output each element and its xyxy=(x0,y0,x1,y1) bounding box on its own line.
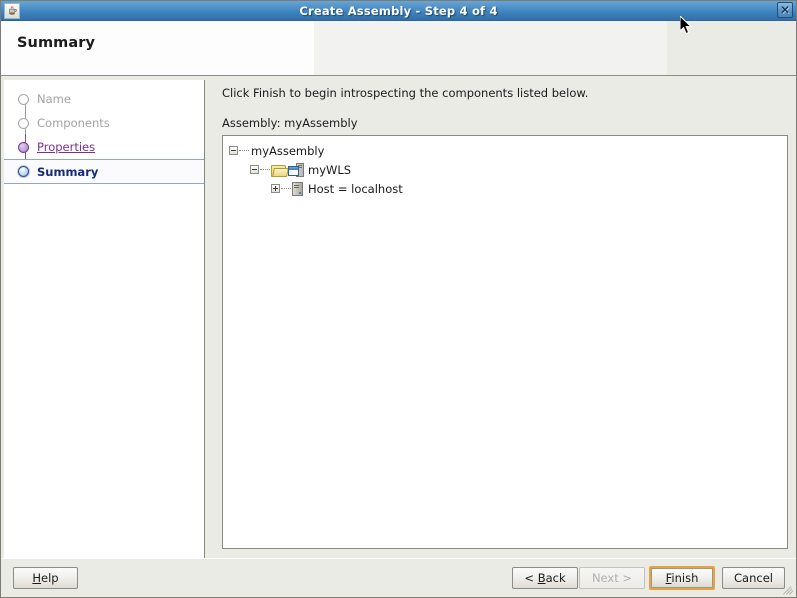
back-button[interactable]: < Back xyxy=(512,567,578,589)
step-bullet-icon xyxy=(18,117,29,129)
finish-button[interactable]: Finish xyxy=(649,566,715,590)
cancel-button-label: Cancel xyxy=(734,571,773,585)
collapse-minus-icon[interactable] xyxy=(229,146,238,155)
wizard-header: Summary xyxy=(1,21,796,76)
finish-button-inner: Finish xyxy=(651,568,713,588)
create-assembly-dialog: Create Assembly - Step 4 of 4 ✕ Summary … xyxy=(0,0,797,598)
java-coffee-cup-icon[interactable] xyxy=(4,2,20,19)
help-button-label: Help xyxy=(32,571,59,585)
tree-connector xyxy=(260,168,270,171)
help-button[interactable]: Help xyxy=(13,567,78,589)
dialog-footer: Help < Back Next > Finish Cancel xyxy=(1,558,796,597)
sidebar-item-properties[interactable]: Properties xyxy=(4,135,204,159)
tree-row[interactable]: myWLS xyxy=(229,160,783,179)
resize-grip[interactable] xyxy=(782,583,794,595)
header-segment-right xyxy=(667,21,796,75)
sidebar-item-components[interactable]: Components xyxy=(4,111,204,135)
server-window-icon xyxy=(288,162,304,177)
instruction-text: Click Finish to begin introspecting the … xyxy=(222,86,589,100)
title-bar[interactable]: Create Assembly - Step 4 of 4 ✕ xyxy=(1,1,796,21)
tree-node-label: myAssembly xyxy=(251,143,325,158)
step-bullet-icon xyxy=(18,141,29,153)
window-title: Create Assembly - Step 4 of 4 xyxy=(299,3,498,18)
next-button-label: Next > xyxy=(591,571,633,585)
sidebar-item-name[interactable]: Name xyxy=(4,87,204,111)
tree-row[interactable]: myAssembly xyxy=(229,141,783,160)
header-segment-mid xyxy=(314,21,667,75)
sidebar-item-label: Components xyxy=(37,116,110,130)
assembly-name-label: Assembly: myAssembly xyxy=(222,116,358,130)
tree-node-label: myWLS xyxy=(308,162,352,177)
server-icon xyxy=(292,181,303,196)
tree-connector xyxy=(281,187,291,190)
next-button: Next > xyxy=(579,567,645,589)
collapse-minus-icon[interactable] xyxy=(250,165,259,174)
cancel-button[interactable]: Cancel xyxy=(722,567,785,589)
dialog-body: Name Components Properties Summary Click… xyxy=(1,76,796,575)
tree-row[interactable]: Host = localhost xyxy=(229,179,783,198)
wizard-steps-list: Name Components Properties Summary xyxy=(4,80,204,184)
page-title: Summary xyxy=(17,35,96,51)
sidebar-item-label: Summary xyxy=(37,164,99,179)
summary-pane: Click Finish to begin introspecting the … xyxy=(222,80,788,553)
sidebar-item-label: Properties xyxy=(37,140,96,154)
finish-button-label: Finish xyxy=(665,571,699,585)
sidebar-item-summary[interactable]: Summary xyxy=(4,159,204,184)
step-bullet-icon-current xyxy=(18,166,29,177)
close-glyph: ✕ xyxy=(779,3,791,17)
expand-plus-icon[interactable] xyxy=(271,184,280,193)
close-icon[interactable]: ✕ xyxy=(777,2,793,18)
step-bullet-icon xyxy=(18,93,29,105)
tree-node-label: Host = localhost xyxy=(308,181,403,196)
wizard-steps-panel: Name Components Properties Summary xyxy=(4,80,205,575)
sidebar-item-label: Name xyxy=(37,92,71,106)
tree-connector xyxy=(239,149,249,152)
component-tree[interactable]: myAssembly myWLS Host = localhost xyxy=(222,135,788,549)
back-button-label: < Back xyxy=(524,571,566,585)
folder-open-icon xyxy=(271,164,289,177)
